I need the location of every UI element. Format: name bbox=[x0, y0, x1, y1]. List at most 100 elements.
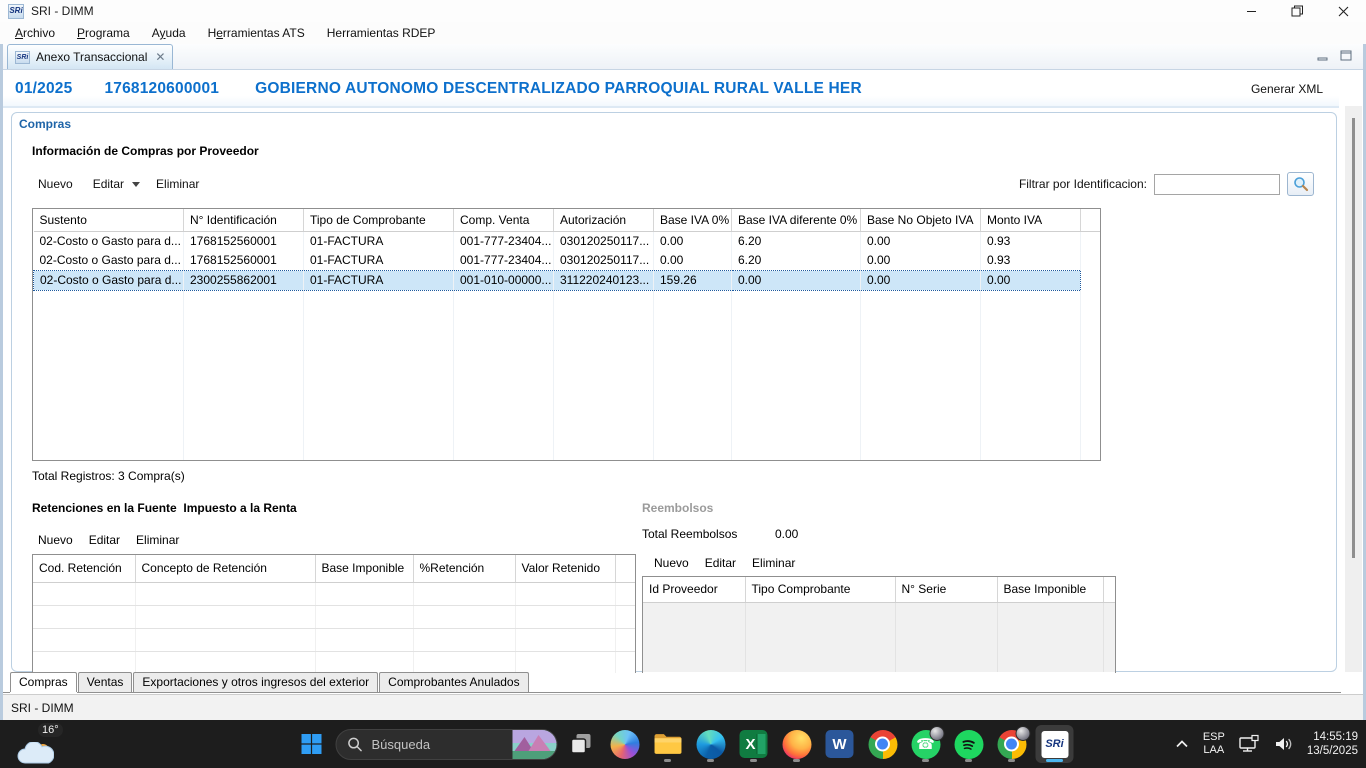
excel-button[interactable]: X bbox=[735, 725, 773, 763]
copilot-button[interactable] bbox=[606, 725, 644, 763]
table-cell[interactable]: 1768152560001 bbox=[184, 232, 304, 252]
table-cell[interactable]: 01-FACTURA bbox=[304, 251, 454, 271]
column-header[interactable]: Monto IVA bbox=[981, 209, 1081, 232]
scrollbar-thumb[interactable] bbox=[1352, 118, 1355, 558]
minimize-button[interactable] bbox=[1228, 0, 1274, 22]
table-cell[interactable]: 0.00 bbox=[861, 232, 981, 252]
table-cell[interactable]: 02-Costo o Gasto para d... bbox=[34, 232, 184, 252]
file-explorer-button[interactable] bbox=[649, 725, 687, 763]
nuevo-button[interactable]: Nuevo bbox=[32, 174, 79, 194]
taskbar-search[interactable]: Búsqueda bbox=[336, 729, 558, 760]
column-filler bbox=[1081, 209, 1101, 232]
table-cell[interactable]: 159.26 bbox=[654, 271, 732, 291]
close-button[interactable] bbox=[1320, 0, 1366, 22]
column-header[interactable]: N° Serie bbox=[895, 577, 997, 603]
maximize-button[interactable] bbox=[1274, 0, 1320, 22]
vertical-scrollbar[interactable] bbox=[1345, 106, 1362, 672]
table-cell[interactable]: 0.00 bbox=[981, 271, 1081, 291]
sri-dimm-taskbar-button[interactable]: SRi bbox=[1036, 725, 1074, 763]
table-cell[interactable]: 6.20 bbox=[732, 251, 861, 271]
menu-herramientas-rdep[interactable]: Herramientas RDEP bbox=[316, 24, 447, 42]
tab-comprobantes-anulados[interactable]: Comprobantes Anulados bbox=[379, 672, 528, 692]
table-cell[interactable]: 0.93 bbox=[981, 232, 1081, 252]
table-cell[interactable]: 0.93 bbox=[981, 251, 1081, 271]
chrome-button[interactable] bbox=[864, 725, 902, 763]
tab-ventas[interactable]: Ventas bbox=[78, 672, 133, 692]
table-row[interactable]: 02-Costo o Gasto para d...17681525600010… bbox=[34, 251, 1101, 271]
word-button[interactable]: W bbox=[821, 725, 859, 763]
tab-compras[interactable]: Compras bbox=[10, 672, 77, 692]
table-cell[interactable]: 2300255862001 bbox=[184, 271, 304, 291]
reembolsos-nuevo-button[interactable]: Nuevo bbox=[648, 553, 695, 573]
menu-ayuda[interactable]: Ayuda bbox=[141, 24, 197, 42]
editar-dropdown-icon[interactable] bbox=[132, 182, 140, 187]
spotify-button[interactable] bbox=[950, 725, 988, 763]
table-cell[interactable]: 311220240123... bbox=[554, 271, 654, 291]
table-cell[interactable]: 001-010-00000... bbox=[454, 271, 554, 291]
minimize-view-icon[interactable] bbox=[1316, 49, 1330, 62]
table-cell[interactable]: 1768152560001 bbox=[184, 251, 304, 271]
table-row[interactable]: 02-Costo o Gasto para d...23002558620010… bbox=[34, 271, 1101, 291]
column-header[interactable]: Comp. Venta bbox=[454, 209, 554, 232]
table-cell[interactable]: 0.00 bbox=[654, 251, 732, 271]
task-view-button[interactable] bbox=[563, 725, 601, 763]
table-cell[interactable]: 01-FACTURA bbox=[304, 232, 454, 252]
whatsapp-button[interactable]: ☎ bbox=[907, 725, 945, 763]
column-header[interactable]: N° Identificación bbox=[184, 209, 304, 232]
chrome-profile-button[interactable] bbox=[993, 725, 1031, 763]
retenciones-editar-button[interactable]: Editar bbox=[83, 530, 126, 550]
table-cell[interactable]: 02-Costo o Gasto para d... bbox=[34, 251, 184, 271]
column-header[interactable]: Base IVA diferente 0% bbox=[732, 209, 861, 232]
table-cell[interactable]: 0.00 bbox=[732, 271, 861, 291]
table-cell[interactable]: 02-Costo o Gasto para d... bbox=[34, 271, 184, 291]
tab-exportaciones[interactable]: Exportaciones y otros ingresos del exter… bbox=[133, 672, 378, 692]
column-header[interactable]: Tipo de Comprobante bbox=[304, 209, 454, 232]
table-cell[interactable]: 001-777-23404... bbox=[454, 251, 554, 271]
generar-xml-button[interactable]: Generar XML bbox=[1251, 82, 1339, 96]
firefox-button[interactable] bbox=[778, 725, 816, 763]
start-button[interactable] bbox=[293, 725, 331, 763]
editar-button[interactable]: Editar bbox=[87, 174, 130, 194]
table-cell[interactable]: 001-777-23404... bbox=[454, 232, 554, 252]
search-button[interactable] bbox=[1287, 172, 1314, 196]
maximize-view-icon[interactable] bbox=[1339, 49, 1353, 62]
column-header[interactable]: Concepto de Retención bbox=[135, 555, 315, 583]
table-cell[interactable]: 6.20 bbox=[732, 232, 861, 252]
column-header[interactable]: Id Proveedor bbox=[643, 577, 745, 603]
column-header[interactable]: Base Imponible bbox=[997, 577, 1103, 603]
reembolsos-eliminar-button[interactable]: Eliminar bbox=[746, 553, 801, 573]
column-header[interactable]: Base IVA 0% bbox=[654, 209, 732, 232]
column-header[interactable]: Tipo Comprobante bbox=[745, 577, 895, 603]
reembolsos-editar-button[interactable]: Editar bbox=[699, 553, 742, 573]
column-header[interactable]: Base No Objeto IVA bbox=[861, 209, 981, 232]
table-row[interactable]: 02-Costo o Gasto para d...17681525600010… bbox=[34, 232, 1101, 252]
table-cell[interactable]: 0.00 bbox=[654, 232, 732, 252]
tray-overflow-button[interactable] bbox=[1174, 737, 1190, 751]
table-cell[interactable]: 030120250117... bbox=[554, 251, 654, 271]
column-header[interactable]: Base Imponible bbox=[315, 555, 413, 583]
column-header[interactable]: %Retención bbox=[413, 555, 515, 583]
column-header[interactable]: Valor Retenido bbox=[515, 555, 615, 583]
tab-close-icon[interactable]: ✕ bbox=[155, 50, 165, 64]
volume-button[interactable] bbox=[1273, 734, 1294, 754]
column-header[interactable]: Sustento bbox=[34, 209, 184, 232]
weather-widget[interactable]: 16° bbox=[14, 721, 78, 767]
table-cell[interactable]: 0.00 bbox=[861, 271, 981, 291]
menu-herramientas-ats[interactable]: Herramientas ATS bbox=[197, 24, 316, 42]
eliminar-button[interactable]: Eliminar bbox=[150, 174, 205, 194]
menu-programa[interactable]: Programa bbox=[66, 24, 141, 42]
retenciones-nuevo-button[interactable]: Nuevo bbox=[32, 530, 79, 550]
menu-archivo[interactable]: Archivo bbox=[4, 24, 66, 42]
column-header[interactable]: Autorización bbox=[554, 209, 654, 232]
tab-anexo-transaccional[interactable]: SRi Anexo Transaccional ✕ bbox=[7, 44, 173, 69]
table-cell[interactable]: 01-FACTURA bbox=[304, 271, 454, 291]
retenciones-eliminar-button[interactable]: Eliminar bbox=[130, 530, 185, 550]
column-header[interactable]: Cod. Retención bbox=[33, 555, 135, 583]
table-cell[interactable]: 030120250117... bbox=[554, 232, 654, 252]
table-cell[interactable]: 0.00 bbox=[861, 251, 981, 271]
language-indicator[interactable]: ESP LAA bbox=[1203, 731, 1225, 757]
filter-input[interactable] bbox=[1154, 174, 1280, 195]
clock[interactable]: 14:55:19 13/5/2025 bbox=[1307, 730, 1358, 758]
network-button[interactable] bbox=[1238, 734, 1260, 754]
edge-button[interactable] bbox=[692, 725, 730, 763]
